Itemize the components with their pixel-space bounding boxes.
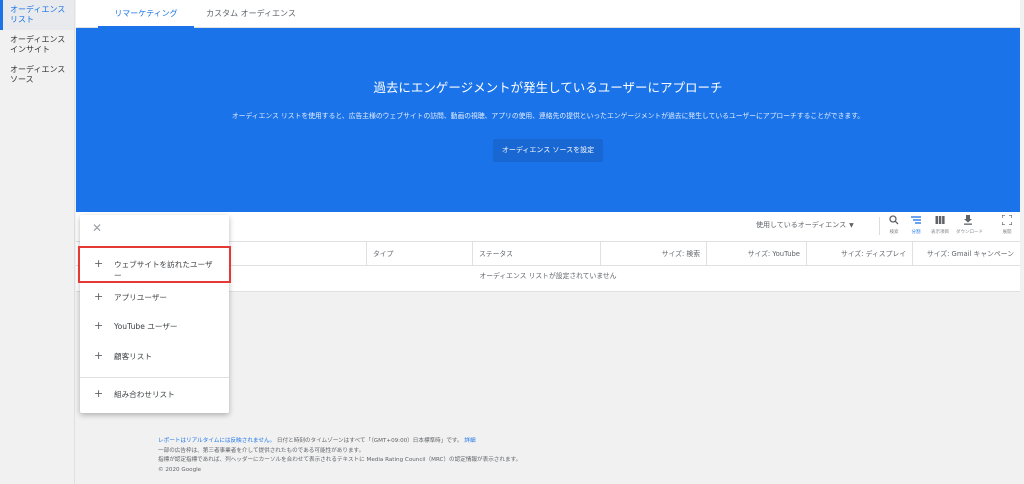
highlight-box xyxy=(78,246,231,283)
tab-bar: リマーケティング カスタム オーディエンス xyxy=(76,0,1020,28)
toolbar-divider xyxy=(879,217,880,235)
plus-icon: + xyxy=(94,290,104,303)
fullscreen-icon xyxy=(995,214,1019,229)
footer-line-1: レポートはリアルタイムには反映されません。 日付と時刻のタイムゾーンはすべて「（… xyxy=(158,437,1018,447)
segment-icon xyxy=(904,215,928,229)
menu-item-label: 顧客リスト xyxy=(114,352,152,361)
footer-line-3: 指標が認定指標であれば、列ヘッダーにカーソルを合わせて表示されるテキストに Me… xyxy=(158,457,522,463)
close-icon[interactable]: ✕ xyxy=(92,221,102,235)
hero-banner: 過去にエンゲージメントが発生しているユーザーにアプローチ オーディエンス リスト… xyxy=(76,28,1020,212)
plus-icon: + xyxy=(94,319,104,332)
download-tool-button[interactable]: ダウンロード xyxy=(956,215,983,236)
tab-remarketing[interactable]: リマーケティング xyxy=(98,0,194,28)
setup-audience-source-button[interactable]: オーディエンス ソースを設定 xyxy=(493,139,603,162)
menu-item-youtube-users[interactable]: + YouTube ユーザー xyxy=(80,319,229,335)
sidebar-item-audience-insights[interactable]: オーディエンス インサイト xyxy=(0,30,74,60)
menu-item-app-users[interactable]: + アプリユーザー xyxy=(80,290,229,306)
fullscreen-tool-button[interactable]: 展開 xyxy=(995,214,1019,236)
search-icon xyxy=(882,215,906,229)
footer-line-2: 一部の広告枠は、第三者事業者を介して提供されたものである可能性があります。 xyxy=(158,447,365,454)
columns-icon xyxy=(928,215,952,229)
segment-tool-label: 分割 xyxy=(911,230,921,235)
sidebar-item-audience-sources[interactable]: オーディエンス ソース xyxy=(0,60,74,90)
audience-filter-label: 使用しているオーディエンス xyxy=(756,221,847,229)
menu-item-combined-list[interactable]: + 組み合わせリスト xyxy=(80,387,229,403)
column-header-size-search[interactable]: サイズ: 検索 xyxy=(600,242,706,266)
page-footer: レポートはリアルタイムには反映されません。 日付と時刻のタイムゾーンはすべて「（… xyxy=(158,437,1018,475)
menu-divider xyxy=(80,377,229,378)
column-header-size-display[interactable]: サイズ: ディスプレイ xyxy=(806,242,912,266)
segment-tool-button[interactable]: 分割 xyxy=(904,215,928,236)
caret-down-icon: ▼ xyxy=(849,222,854,229)
column-header-size-youtube[interactable]: サイズ: YouTube xyxy=(706,242,806,266)
copyright: © 2020 Google xyxy=(158,466,202,473)
sidebar-item-audience-list[interactable]: オーディエンス リスト xyxy=(0,0,74,30)
plus-icon: + xyxy=(94,349,104,362)
plus-icon: + xyxy=(94,387,104,400)
menu-item-customer-list[interactable]: + 顧客リスト xyxy=(80,349,229,365)
column-header-size-gmail[interactable]: サイズ: Gmail キャンペーン xyxy=(912,242,1020,266)
columns-tool-button[interactable]: 表示項目 xyxy=(928,215,952,236)
search-tool-button[interactable]: 検索 xyxy=(882,215,906,236)
menu-item-label: YouTube ユーザー xyxy=(114,322,178,331)
realtime-notice-link[interactable]: レポートはリアルタイムには反映されません。 xyxy=(158,438,275,444)
download-tool-label: ダウンロード xyxy=(956,230,983,235)
audience-filter-dropdown[interactable]: 使用しているオーディエンス ▼ xyxy=(756,220,854,230)
menu-item-label: 組み合わせリスト xyxy=(114,390,175,399)
details-link[interactable]: 詳細 xyxy=(464,438,475,444)
column-header-status[interactable]: ステータス xyxy=(472,242,600,266)
hero-description: オーディエンス リストを使用すると、広告主様のウェブサイトの訪問、動画の視聴、ア… xyxy=(231,112,865,120)
fullscreen-tool-label: 展開 xyxy=(1002,230,1012,235)
hero-title: 過去にエンゲージメントが発生しているユーザーにアプローチ xyxy=(373,80,723,95)
columns-tool-label: 表示項目 xyxy=(931,230,949,235)
tab-custom-audience[interactable]: カスタム オーディエンス xyxy=(200,0,302,28)
timezone-notice: 日付と時刻のタイムゾーンはすべて「（GMT+09:00）日本標準時」です。 xyxy=(276,438,463,444)
search-tool-label: 検索 xyxy=(889,230,899,235)
create-audience-menu: ✕ + ウェブサイトを訪れたユーザー + アプリユーザー + YouTube ユ… xyxy=(80,215,229,413)
download-icon xyxy=(956,215,980,229)
sidebar-nav: オーディエンス リスト オーディエンス インサイト オーディエンス ソース xyxy=(0,0,75,484)
menu-item-label: アプリユーザー xyxy=(114,293,168,302)
column-header-type[interactable]: タイプ xyxy=(366,242,472,266)
